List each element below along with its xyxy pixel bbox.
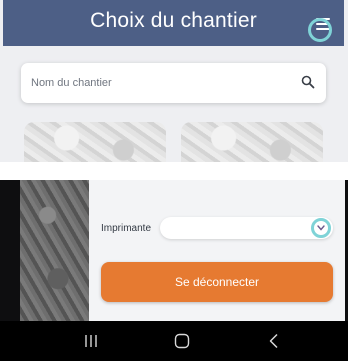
background-image xyxy=(20,180,89,321)
recent-apps-icon[interactable] xyxy=(80,331,102,351)
printer-select[interactable] xyxy=(160,217,333,239)
touch-indicator xyxy=(308,18,332,42)
settings-view: Imprimante Se déconnecter xyxy=(0,180,348,321)
separator xyxy=(0,162,348,180)
project-chooser-view: Choix du chantier xyxy=(0,0,348,162)
system-navigation-bar xyxy=(0,321,348,361)
settings-panel: Imprimante Se déconnecter xyxy=(89,180,345,321)
search-input[interactable] xyxy=(31,73,291,93)
chevron-down-icon[interactable] xyxy=(311,218,331,238)
search-icon[interactable] xyxy=(301,75,315,89)
project-card-image[interactable] xyxy=(181,122,323,162)
screen: Choix du chantier Imprimante xyxy=(0,0,348,361)
printer-label: Imprimante xyxy=(101,223,152,234)
project-card-image[interactable] xyxy=(24,122,166,162)
home-icon[interactable] xyxy=(171,331,193,351)
search-box[interactable] xyxy=(21,63,326,103)
back-icon[interactable] xyxy=(263,331,285,351)
menu-button[interactable] xyxy=(306,16,338,42)
logout-button[interactable]: Se déconnecter xyxy=(101,262,333,302)
app-header: Choix du chantier xyxy=(3,0,344,46)
page-title: Choix du chantier xyxy=(90,9,257,32)
